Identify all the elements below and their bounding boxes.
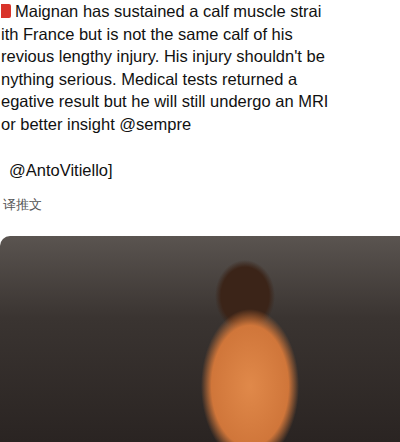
tweet-line: ith France but is not the same calf of h… xyxy=(1,23,400,46)
tweet-line: or better insight @sempre xyxy=(1,113,400,136)
tweet-credit[interactable]: @AntoVitiello] xyxy=(1,159,400,182)
tweet-line: revious lengthy injury. His injury shoul… xyxy=(1,45,400,68)
tweet-line: Maignan has sustained a calf muscle stra… xyxy=(1,0,400,23)
tweet-line: egative result but he will still undergo… xyxy=(1,90,400,113)
tweet-body: Maignan has sustained a calf muscle stra… xyxy=(0,0,400,214)
translate-link[interactable]: 译推文 xyxy=(1,196,400,214)
tweet-line: nything serious. Medical tests returned … xyxy=(1,68,400,91)
tweet-screenshot: Maignan has sustained a calf muscle stra… xyxy=(0,0,400,442)
flag-icon xyxy=(1,4,11,18)
tweet-photo[interactable] xyxy=(0,236,400,442)
